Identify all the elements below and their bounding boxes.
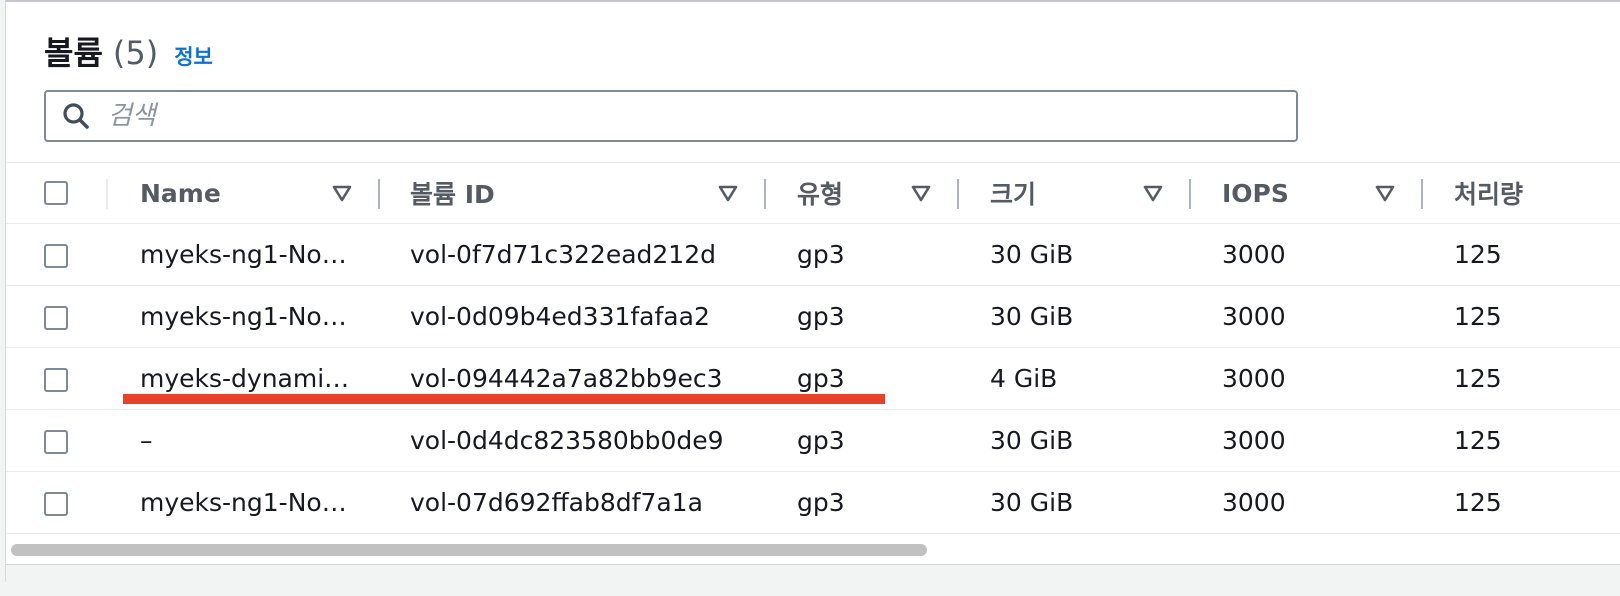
cell-type: gp3 <box>765 285 958 348</box>
panel-header: 볼륨 (5) 정보 <box>44 28 213 74</box>
cell-size: 30 GiB <box>958 223 1190 286</box>
row-select-cell <box>6 223 108 286</box>
page-title: 볼륨 <box>44 34 103 72</box>
table-row[interactable]: – vol-0d4dc823580bb0de9 gp3 30 GiB 3000 … <box>6 409 1620 472</box>
cell-name: myeks-ng1-No… <box>108 223 378 286</box>
cell-size: 30 GiB <box>958 285 1190 348</box>
row-checkbox[interactable] <box>44 368 68 392</box>
cell-throughput: 125 <box>1422 471 1620 534</box>
column-header-type[interactable]: 유형 <box>765 162 959 224</box>
volume-id-link[interactable]: vol-07d692ffab8df7a1a <box>378 471 765 534</box>
column-label-size: 크기 <box>990 180 1037 209</box>
sort-triangle-icon[interactable] <box>332 183 352 203</box>
column-label-name: Name <box>140 178 221 208</box>
cell-size: 30 GiB <box>958 471 1190 534</box>
cell-throughput: 125 <box>1422 223 1620 286</box>
volumes-panel: 볼륨 (5) 정보 검색 Name 볼륨 ID 유형 크기 IOPS 처리량 m… <box>5 0 1620 582</box>
search-box[interactable] <box>44 90 1298 142</box>
sort-triangle-icon[interactable] <box>911 183 931 203</box>
cell-type: gp3 <box>765 471 958 534</box>
row-checkbox[interactable] <box>44 430 68 454</box>
horizontal-scrollbar[interactable] <box>6 538 1620 560</box>
select-all-checkbox[interactable] <box>44 181 68 205</box>
cell-name: myeks-ng1-No… <box>108 471 378 534</box>
column-label-iops: IOPS <box>1222 178 1289 208</box>
sort-triangle-icon[interactable] <box>1143 183 1163 203</box>
row-select-cell <box>6 285 108 348</box>
volume-count: (5) <box>112 34 159 72</box>
search-input[interactable] <box>106 100 1296 132</box>
column-label-throughput: 처리량 <box>1454 180 1524 209</box>
cell-iops: 3000 <box>1190 285 1422 348</box>
row-checkbox[interactable] <box>44 492 68 516</box>
row-checkbox[interactable] <box>44 306 68 330</box>
table-row[interactable]: myeks-ng1-No… vol-07d692ffab8df7a1a gp3 … <box>6 471 1620 534</box>
column-header-iops[interactable]: IOPS <box>1190 162 1423 224</box>
column-header-volume-id[interactable]: 볼륨 ID <box>378 162 766 224</box>
cell-throughput: 125 <box>1422 285 1620 348</box>
column-header-throughput[interactable]: 처리량 <box>1422 162 1620 224</box>
column-label-type: 유형 <box>797 180 844 209</box>
column-label-volume-id: 볼륨 ID <box>410 180 495 209</box>
info-link[interactable]: 정보 <box>174 41 213 71</box>
cell-throughput: 125 <box>1422 409 1620 472</box>
scrollbar-thumb[interactable] <box>11 544 927 556</box>
row-checkbox[interactable] <box>44 244 68 268</box>
table-row[interactable]: myeks-ng1-No… vol-0d09b4ed331fafaa2 gp3 … <box>6 285 1620 348</box>
search-icon <box>63 103 89 129</box>
row-select-cell <box>6 347 108 410</box>
row-select-cell <box>6 471 108 534</box>
highlight-underline <box>123 394 885 404</box>
table-row[interactable]: myeks-ng1-No… vol-0f7d71c322ead212d gp3 … <box>6 223 1620 286</box>
row-select-cell <box>6 409 108 472</box>
table-header-row: Name 볼륨 ID 유형 크기 IOPS 처리량 <box>6 162 1620 224</box>
column-header-name[interactable]: Name <box>108 162 380 224</box>
cell-iops: 3000 <box>1190 471 1422 534</box>
cell-name: – <box>108 409 378 472</box>
cell-type: gp3 <box>765 223 958 286</box>
cell-iops: 3000 <box>1190 223 1422 286</box>
volume-id-link[interactable]: vol-0d4dc823580bb0de9 <box>378 409 765 472</box>
cell-name: myeks-ng1-No… <box>108 285 378 348</box>
volume-id-link[interactable]: vol-0d09b4ed331fafaa2 <box>378 285 765 348</box>
cell-size: 4 GiB <box>958 347 1190 410</box>
cell-iops: 3000 <box>1190 409 1422 472</box>
cell-throughput: 125 <box>1422 347 1620 410</box>
cell-type: gp3 <box>765 409 958 472</box>
cell-iops: 3000 <box>1190 347 1422 410</box>
sort-triangle-icon[interactable] <box>1375 183 1395 203</box>
panel-footer <box>6 564 1620 582</box>
volumes-table: Name 볼륨 ID 유형 크기 IOPS 처리량 myeks-ng1-No… … <box>6 162 1620 534</box>
sort-triangle-icon[interactable] <box>718 183 738 203</box>
column-header-size[interactable]: 크기 <box>958 162 1191 224</box>
header-select-all-cell <box>6 162 108 224</box>
cell-size: 30 GiB <box>958 409 1190 472</box>
volume-id-link[interactable]: vol-0f7d71c322ead212d <box>378 223 765 286</box>
